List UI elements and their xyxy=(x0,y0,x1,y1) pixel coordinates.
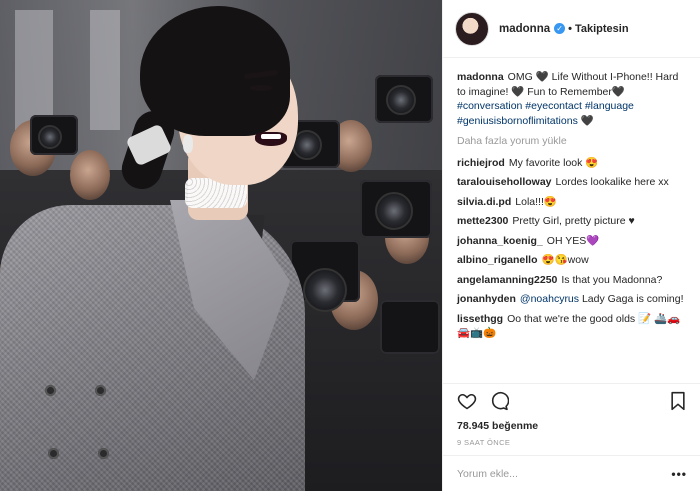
comment: richiejrod My favorite look 😍 xyxy=(457,156,688,171)
comment-text: OH YES💜 xyxy=(546,234,600,247)
post-timestamp: 9 SAAT ÖNCE xyxy=(457,438,511,447)
hashtag-link[interactable]: #geniusisbornoflimitations xyxy=(457,115,578,127)
hashtag-link[interactable]: #language xyxy=(585,100,634,112)
suit-button xyxy=(95,385,106,396)
eye xyxy=(250,85,272,91)
camera-lens xyxy=(386,85,416,115)
add-comment-bar: Yorum ekle... ••• xyxy=(443,455,700,491)
photo-background-letter xyxy=(90,10,120,130)
camera-lens xyxy=(303,268,347,312)
ellipsis-icon[interactable]: ••• xyxy=(671,467,687,481)
comment-username[interactable]: lissethgg xyxy=(457,313,503,325)
post-header: madonna ✓ • Takiptesin xyxy=(443,0,700,58)
camera-lens xyxy=(375,192,413,230)
comment-text: 😍😘wow xyxy=(541,254,589,266)
earring xyxy=(183,135,193,153)
avatar[interactable] xyxy=(455,11,489,46)
verified-badge-icon: ✓ xyxy=(554,23,566,34)
comment: silvia.di.pd Lola!!!😍 xyxy=(457,195,688,210)
comment-icon[interactable] xyxy=(489,391,509,411)
follow-status-button[interactable]: Takiptesin xyxy=(575,23,629,35)
hashtag-link[interactable]: #conversation xyxy=(457,100,522,112)
mention-link[interactable]: @noahcyrus xyxy=(520,293,579,305)
comment-text: Lordes lookalike here xx xyxy=(555,176,669,188)
comment: mette2300 Pretty Girl, pretty picture ♥ xyxy=(457,214,688,229)
camera-lens xyxy=(38,125,62,149)
heart-icon[interactable] xyxy=(457,391,477,411)
suit-button xyxy=(45,385,56,396)
comment-text: Is that you Madonna? xyxy=(561,273,663,286)
photo-background-letter xyxy=(15,10,53,130)
comment-username[interactable]: taralouiseholloway xyxy=(457,176,552,188)
comment: albino_riganello 😍😘wow xyxy=(457,253,688,268)
comment-text: Lola!!!😍 xyxy=(515,195,557,208)
likes-count[interactable]: 78.945 beğenme xyxy=(457,420,687,432)
comment-text: Pretty Girl, pretty picture ♥ xyxy=(512,215,635,227)
comment-text: Lady Gaga is coming! xyxy=(581,293,684,305)
comment-username[interactable]: silvia.di.pd xyxy=(457,196,511,208)
comment-username[interactable]: johanna_koenig_ xyxy=(457,235,543,247)
hashtag-link[interactable]: #eyecontact xyxy=(525,100,582,112)
comment-username[interactable]: angelamanning2250 xyxy=(457,274,557,286)
comment-username[interactable]: richiejrod xyxy=(457,157,505,169)
comment-username[interactable]: jonanhyden xyxy=(457,293,516,305)
comment: jonanhyden @noahcyrus Lady Gaga is coming… xyxy=(457,292,688,307)
comment: lissethgg Oo that we're the good olds 📝 🚢… xyxy=(457,312,688,341)
suit-button xyxy=(98,448,109,459)
caption-username[interactable]: madonna xyxy=(457,71,504,83)
comment-username[interactable]: albino_riganello xyxy=(457,254,538,266)
separator-dot: • xyxy=(568,22,572,35)
teeth xyxy=(261,134,281,139)
post-photo[interactable] xyxy=(0,0,442,491)
comment-username[interactable]: mette2300 xyxy=(457,215,508,227)
comment: johanna_koenig_ OH YES💜 xyxy=(457,234,688,249)
caption: madonna OMG 🖤 Life Without I-Phone!! Hard… xyxy=(457,70,688,128)
caption-tail: 🖤 xyxy=(580,114,594,127)
instagram-post: madonna ✓ • Takiptesin madonna OMG 🖤 Life… xyxy=(0,0,700,491)
bookmark-icon[interactable] xyxy=(669,391,687,411)
post-sidebar: madonna ✓ • Takiptesin madonna OMG 🖤 Life… xyxy=(442,0,700,491)
comment: taralouiseholloway Lordes lookalike here … xyxy=(457,175,688,190)
load-more-comments-link[interactable]: Daha fazla yorum yükle xyxy=(457,134,688,149)
comment-text: My favorite look 😍 xyxy=(508,156,599,169)
suit-button xyxy=(48,448,59,459)
camera xyxy=(380,300,440,354)
author-username[interactable]: madonna xyxy=(499,23,550,35)
photographer-face xyxy=(70,150,110,200)
comment-input[interactable]: Yorum ekle... xyxy=(457,468,518,480)
post-actions: 78.945 beğenme 9 SAAT ÖNCE xyxy=(443,383,700,447)
action-icons-row xyxy=(457,388,687,414)
comments-list[interactable]: madonna OMG 🖤 Life Without I-Phone!! Hard… xyxy=(443,58,700,380)
comment: angelamanning2250 Is that you Madonna? xyxy=(457,273,688,288)
